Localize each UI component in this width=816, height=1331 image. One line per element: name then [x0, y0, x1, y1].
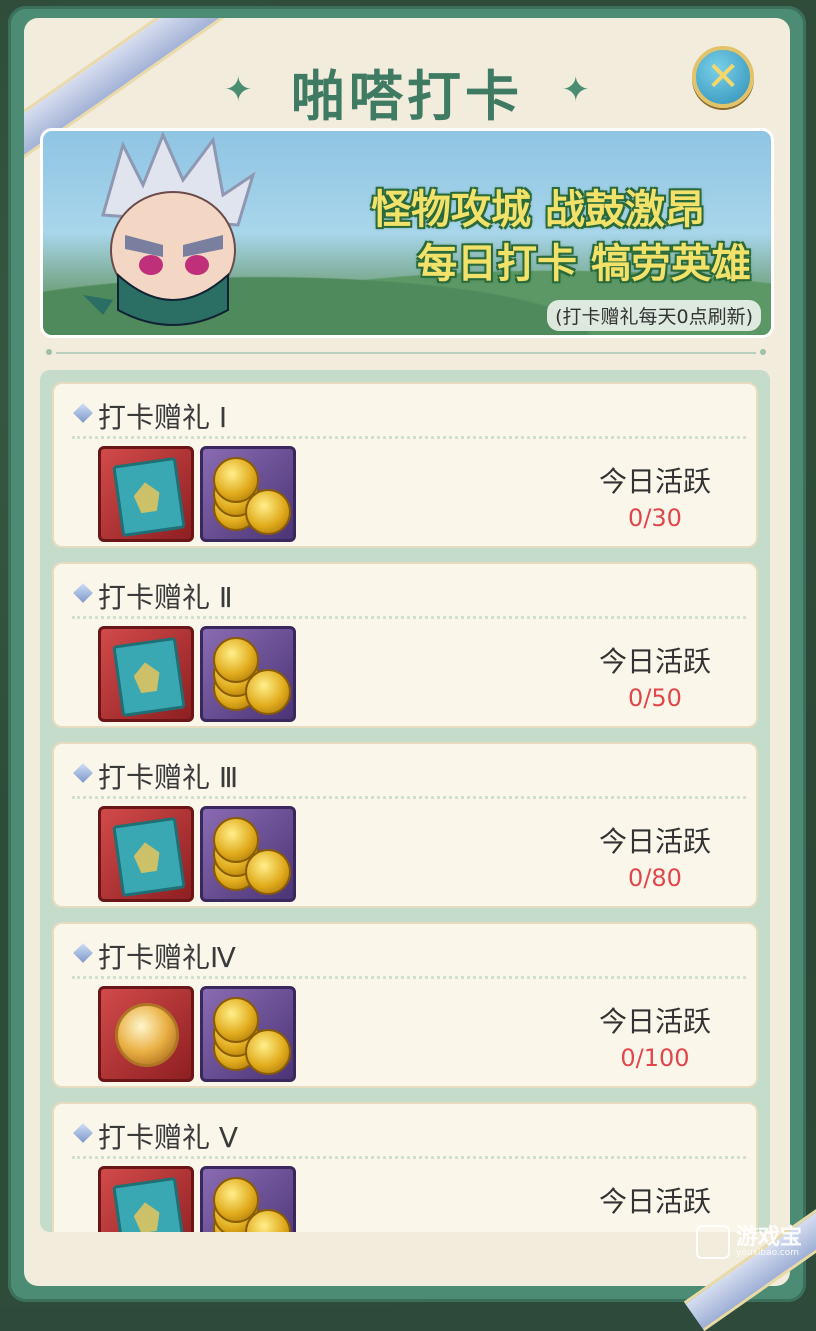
reward-item-gold[interactable]: [200, 1166, 296, 1232]
reward-item-scroll[interactable]: [98, 1166, 194, 1232]
active-label: 今日活跃: [599, 1005, 712, 1038]
scroll-icon: [112, 456, 186, 538]
dotted-divider: [72, 796, 746, 799]
dotted-divider: [72, 976, 746, 979]
active-label: 今日活跃: [599, 1185, 712, 1218]
reward-item-gold[interactable]: [200, 626, 296, 722]
dotted-divider: [72, 436, 746, 439]
coin: [245, 669, 291, 715]
reward-item-gold[interactable]: [200, 446, 296, 542]
scroll-icon: [112, 636, 186, 718]
card-title: 打卡赠礼Ⅳ: [98, 941, 236, 974]
scroll-icon: [112, 816, 186, 898]
card-title: 打卡赠礼 Ⅱ: [98, 581, 233, 614]
coin: [245, 1029, 291, 1075]
refresh-note: (打卡赠礼每天0点刷新): [547, 300, 761, 331]
close-icon: ✕: [706, 54, 740, 100]
active-progress: 0/80: [628, 864, 682, 892]
orb-icon: [115, 1003, 179, 1067]
active-progress: 0/100: [620, 1044, 690, 1072]
active-label: 今日活跃: [599, 825, 712, 858]
reward-item-scroll[interactable]: [98, 626, 194, 722]
active-label: 今日活跃: [599, 645, 712, 678]
card-title: 打卡赠礼 Ⅰ: [98, 401, 228, 434]
reward-item-orb[interactable]: [98, 986, 194, 1082]
banner-slogan-2: 每日打卡 犒劳英雄: [417, 241, 751, 287]
dotted-divider: [72, 616, 746, 619]
hero-character-image: [83, 131, 256, 326]
card-title: 打卡赠礼 Ⅴ: [98, 1121, 239, 1154]
diamond-icon: [73, 583, 93, 603]
sparkle-icon: ✦: [561, 70, 591, 110]
diamond-icon: [73, 403, 93, 423]
scroll-icon: [112, 1176, 186, 1232]
watermark: 游戏宝 youxibao.com: [695, 1224, 802, 1259]
gamepad-icon: [695, 1225, 730, 1259]
diamond-icon: [73, 943, 93, 963]
card-title: 打卡赠礼 Ⅲ: [98, 761, 239, 794]
watermark-text: 游戏宝: [735, 1224, 802, 1250]
coin: [245, 489, 291, 535]
reward-item-gold[interactable]: [200, 986, 296, 1082]
diamond-icon: [73, 763, 93, 783]
section-divider: [46, 349, 766, 355]
close-button[interactable]: ✕: [692, 46, 754, 108]
reward-item-gold[interactable]: [200, 806, 296, 902]
reward-item-scroll[interactable]: [98, 806, 194, 902]
active-progress: 0/30: [628, 504, 682, 532]
banner-slogan-1: 怪物攻城 战鼓激昂: [371, 187, 705, 233]
reward-card: 打卡赠礼Ⅳ 今日活跃 0/100: [52, 922, 758, 1088]
reward-card: 打卡赠礼 Ⅰ 今日活跃 0/30: [52, 382, 758, 548]
page-title: 啪嗒打卡: [291, 65, 523, 128]
event-banner: 怪物攻城 战鼓激昂 每日打卡 犒劳英雄 (打卡赠礼每天0点刷新): [40, 128, 774, 338]
reward-card: 打卡赠礼 Ⅲ 今日活跃 0/80: [52, 742, 758, 908]
watermark-sub: youxibao.com: [735, 1247, 800, 1258]
reward-card: 打卡赠礼 Ⅴ 今日活跃: [52, 1102, 758, 1232]
diamond-icon: [73, 1123, 93, 1143]
active-progress: 0/50: [628, 684, 682, 712]
coin: [245, 849, 291, 895]
active-label: 今日活跃: [599, 465, 712, 498]
reward-card: 打卡赠礼 Ⅱ 今日活跃 0/50: [52, 562, 758, 728]
reward-item-scroll[interactable]: [98, 446, 194, 542]
reward-list[interactable]: 打卡赠礼 Ⅰ 今日活跃 0/30 打卡赠礼 Ⅱ 今日活跃 0/50 打卡赠礼 Ⅲ…: [40, 370, 770, 1232]
dotted-divider: [72, 1156, 746, 1159]
